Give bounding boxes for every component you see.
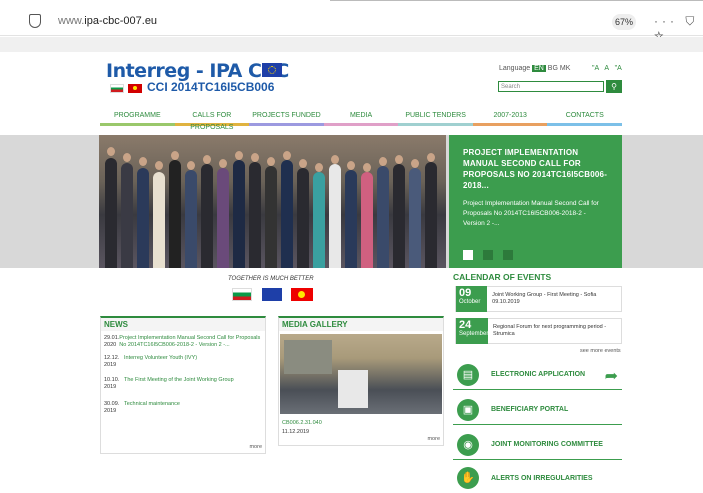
news-link[interactable]: Technical maintenance	[124, 401, 180, 415]
search-button[interactable]: ⚲	[606, 80, 622, 93]
event-date: 09 October	[456, 286, 488, 312]
cci-code: CCI 2014TC16I5CB006	[147, 80, 275, 94]
news-date: 12.12. 2019	[104, 355, 120, 368]
slider-photo[interactable]	[99, 135, 446, 268]
menu-dots-icon[interactable]: ···	[654, 14, 678, 28]
link-label: JOINT MONITORING COMMITTEE	[491, 441, 603, 448]
news-title: NEWS	[101, 318, 265, 331]
language-bg[interactable]: BG	[548, 65, 558, 72]
media-photo[interactable]	[280, 334, 442, 414]
slider-caption-box[interactable]: PROJECT IMPLEMENTATION MANUAL SECOND CAL…	[449, 135, 622, 268]
url-prefix: www.	[58, 15, 85, 27]
news-panel: NEWS 29.01. 2020 Project Implementation …	[100, 316, 266, 454]
electronic-application-link[interactable]: ▤ ELECTRONIC APPLICATION ➦	[453, 360, 622, 390]
compass-icon: ◉	[457, 433, 479, 456]
nav-programme[interactable]: PROGRAMME	[100, 110, 175, 126]
calendar-title: CALENDAR OF EVENTS	[453, 272, 552, 282]
event-day: 09	[459, 287, 472, 299]
browser-url-bar[interactable]: www.ipa-cbc-007.eu 67% ··· ⛉ ☆	[0, 8, 703, 43]
browser-top-line	[330, 0, 703, 1]
language-switcher: Language EN BG MK	[499, 65, 570, 72]
projection-screen	[284, 340, 332, 374]
search-icon: ⚲	[611, 82, 617, 91]
pocket-icon[interactable]: ⛉	[685, 14, 698, 28]
news-date: 30.09. 2019	[104, 401, 120, 414]
news-item[interactable]: 29.01. 2020 Project Implementation Manua…	[101, 335, 265, 349]
event-text[interactable]: Joint Working Group - First Meeting - So…	[487, 292, 621, 306]
slider-dots	[463, 250, 513, 260]
gray-strip	[0, 37, 703, 52]
event-day: 24	[459, 319, 472, 331]
news-date: 10.10. 2019	[104, 377, 120, 390]
news-link[interactable]: The First Meeting of the Joint Working G…	[124, 377, 234, 391]
language-label: Language	[499, 65, 531, 72]
news-more-link[interactable]: more	[249, 444, 262, 450]
eu-flag-icon	[262, 63, 282, 77]
media-caption[interactable]: CB006.2.31.040	[279, 414, 443, 426]
nav-projects-funded[interactable]: PROJECTS FUNDED	[249, 110, 324, 126]
tagline: TOGETHER IS MUCH BETTER	[228, 276, 314, 282]
event-month: October	[459, 299, 481, 305]
news-item[interactable]: 30.09. 2019 Technical maintenance	[101, 401, 265, 415]
link-label: ELECTRONIC APPLICATION	[491, 371, 586, 378]
briefcase-icon: ▣	[457, 398, 479, 421]
slider-dot-2[interactable]	[483, 250, 493, 260]
document-icon: ▤	[457, 363, 479, 386]
event-text[interactable]: Regional Forum for next programming peri…	[488, 324, 621, 338]
news-date: 29.01. 2020	[104, 335, 120, 348]
media-gallery-panel: MEDIA GALLERY CB006.2.31.040 11.12.2019 …	[278, 316, 444, 446]
zoom-indicator[interactable]: 67%	[612, 14, 636, 30]
font-size-normal[interactable]: A	[604, 65, 608, 72]
macedonia-flag-icon	[291, 288, 313, 301]
media-date: 11.12.2019	[282, 429, 310, 435]
language-mk[interactable]: MK	[560, 65, 571, 72]
slider-title[interactable]: PROJECT IMPLEMENTATION MANUAL SECOND CAL…	[463, 147, 608, 191]
nav-media[interactable]: MEDIA	[323, 110, 399, 126]
bulgaria-flag-icon	[232, 288, 252, 301]
handshake-icon: ✋	[457, 467, 479, 489]
news-link[interactable]: Project Implementation Manual Second Cal…	[119, 335, 262, 349]
main-nav: PROGRAMME CALLS FOR PROPOSALS PROJECTS F…	[100, 110, 623, 131]
event-month: September	[459, 331, 489, 337]
see-more-events-link[interactable]: see more events	[580, 348, 621, 354]
nav-2007-2013[interactable]: 2007-2013	[472, 110, 548, 126]
eu-flag-icon	[262, 288, 282, 301]
slider-dot-3[interactable]	[503, 250, 513, 260]
calendar-event[interactable]: 09 October Joint Working Group - First M…	[455, 286, 622, 312]
shield-icon[interactable]	[29, 14, 41, 28]
rollup-banner	[338, 370, 368, 408]
arrow-right-icon: ➦	[604, 368, 618, 385]
news-link[interactable]: Interreg Volunteer Youth (IVY)	[124, 355, 197, 369]
media-more-link[interactable]: more	[427, 436, 440, 442]
url-host: ipa-cbc-007.eu	[84, 15, 158, 27]
news-item[interactable]: 10.10. 2019 The First Meeting of the Joi…	[101, 377, 265, 391]
nav-contacts[interactable]: CONTACTS	[547, 110, 623, 126]
nav-public-tenders[interactable]: PUBLIC TENDERS	[398, 110, 473, 126]
font-size-large[interactable]: "A	[592, 65, 599, 72]
font-size-small[interactable]: "A	[615, 65, 622, 72]
url-text[interactable]: www.ipa-cbc-007.eu	[58, 15, 157, 27]
event-date: 24 September	[456, 318, 488, 344]
search-input[interactable]: Search	[498, 81, 604, 92]
beneficiary-portal-link[interactable]: ▣ BENEFICIARY PORTAL	[453, 395, 622, 425]
font-size-controls: "A A "A	[592, 65, 622, 72]
calendar-event[interactable]: 24 September Regional Forum for next pro…	[455, 318, 622, 344]
link-label: BENEFICIARY PORTAL	[491, 406, 569, 413]
media-title: MEDIA GALLERY	[279, 318, 443, 331]
bulgaria-flag-icon	[110, 84, 124, 93]
slider-dot-1[interactable]	[463, 250, 473, 260]
nav-calls-for-proposals[interactable]: CALLS FOR PROPOSALS	[174, 110, 250, 131]
alerts-irregularities-link[interactable]: ✋ ALERTS ON IRREGULARITIES	[453, 463, 622, 493]
joint-monitoring-committee-link[interactable]: ◉ JOINT MONITORING COMMITTEE	[453, 430, 622, 460]
macedonia-flag-icon	[128, 84, 142, 93]
link-label: ALERTS ON IRREGULARITIES	[491, 474, 593, 482]
news-item[interactable]: 12.12. 2019 Interreg Volunteer Youth (IV…	[101, 355, 265, 369]
slider-text: Project Implementation Manual Second Cal…	[463, 200, 599, 227]
language-en[interactable]: EN	[532, 65, 546, 72]
